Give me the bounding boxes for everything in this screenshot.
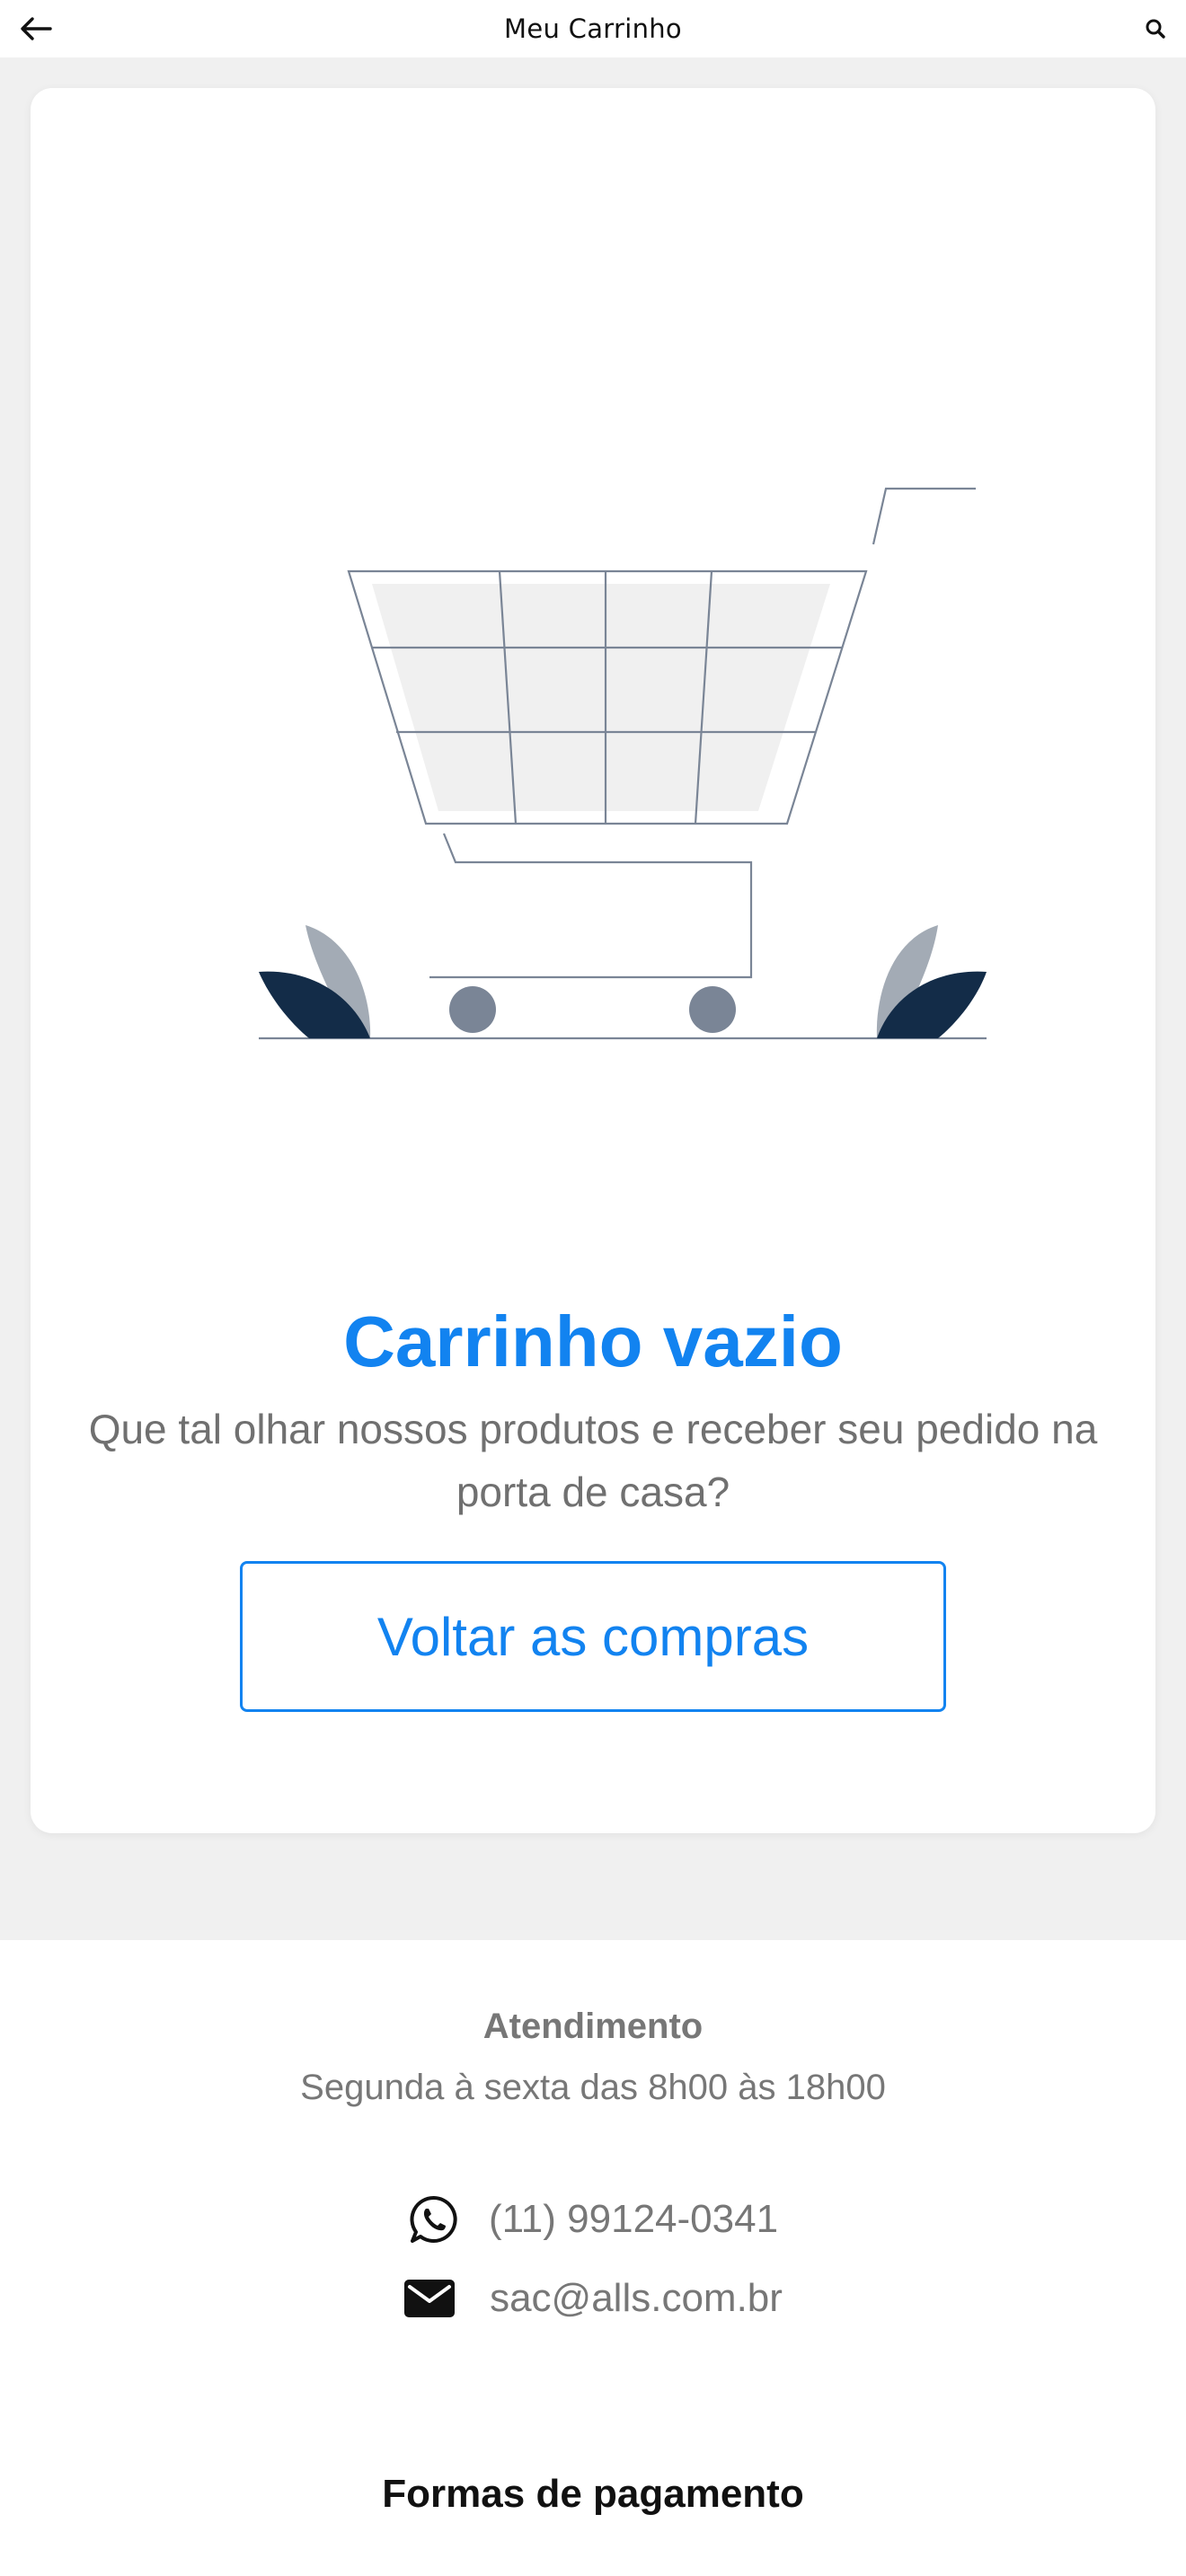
email-contact[interactable]: sac@alls.com.br [0,2269,1186,2328]
search-icon [1146,19,1165,39]
footer: Atendimento Segunda à sexta das 8h00 às … [0,1940,1186,2576]
email-address: sac@alls.com.br [490,2276,783,2320]
empty-cart-card: Carrinho vazio Que tal olhar nossos prod… [31,88,1155,1833]
page: Meu Carrinho Carrinho vazio Que tal olha… [0,0,1186,2576]
whatsapp-icon [408,2193,460,2245]
empty-cart-title: Carrinho vazio [343,1301,843,1381]
payment-methods-title: Formas de pagamento [382,2472,804,2516]
empty-cart-message: Que tal olhar nossos produtos e receber … [88,1406,1098,1515]
shopping-cart-illustration [259,487,987,1040]
back-to-shopping-button[interactable]: Voltar as compras [240,1561,946,1712]
mail-icon [403,2279,456,2318]
phone-number: (11) 99124-0341 [488,2197,779,2241]
support-title: Atendimento [482,2007,704,2046]
phone-contact[interactable]: (11) 99124-0341 [0,2190,1186,2249]
support-hours: Segunda à sexta das 8h00 às 18h00 [300,2068,886,2107]
top-app-bar: Meu Carrinho [0,0,1186,57]
page-title: Meu Carrinho [504,13,682,44]
search-button[interactable] [1137,11,1173,47]
